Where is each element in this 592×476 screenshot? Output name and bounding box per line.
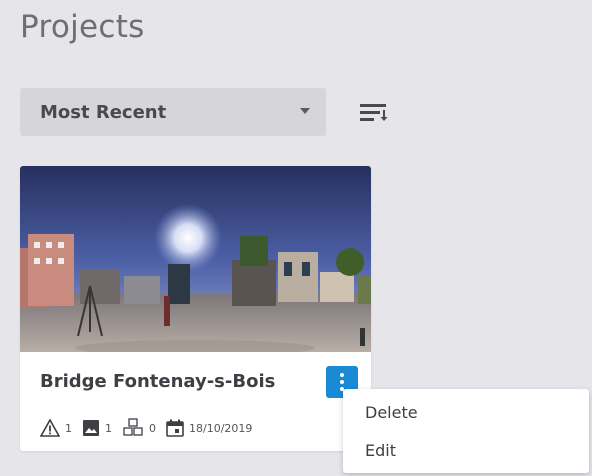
image-icon <box>83 420 99 436</box>
cubes-icon <box>123 418 143 436</box>
alerts-stat: 1 <box>40 419 72 437</box>
project-stats: 1 1 0 18/10/2019 <box>40 416 262 440</box>
delete-menu-item[interactable]: Delete <box>343 393 589 431</box>
warning-icon <box>40 419 60 437</box>
models-count: 0 <box>149 421 156 435</box>
sort-dropdown-value: Most Recent <box>40 101 167 123</box>
date-stat: 18/10/2019 <box>166 419 252 437</box>
images-count: 1 <box>105 421 112 435</box>
sort-icon <box>360 104 388 121</box>
page-title: Projects <box>20 9 145 45</box>
kebab-dot <box>340 380 344 384</box>
project-date: 18/10/2019 <box>189 421 253 435</box>
calendar-icon <box>166 419 184 437</box>
project-title: Bridge Fontenay-s-Bois <box>40 371 276 392</box>
images-stat: 1 <box>82 419 112 437</box>
models-stat: 0 <box>122 418 156 438</box>
sort-dropdown[interactable]: Most Recent <box>20 88 326 136</box>
edit-menu-item[interactable]: Edit <box>343 431 589 469</box>
kebab-dot <box>340 373 344 377</box>
project-card[interactable]: Bridge Fontenay-s-Bois 1 1 0 18/10/2019 <box>20 166 371 451</box>
context-menu: Delete Edit <box>343 389 589 473</box>
project-thumbnail[interactable] <box>20 166 371 352</box>
alerts-count: 1 <box>65 421 72 435</box>
sort-order-button[interactable] <box>354 96 394 128</box>
chevron-down-icon <box>300 108 310 114</box>
